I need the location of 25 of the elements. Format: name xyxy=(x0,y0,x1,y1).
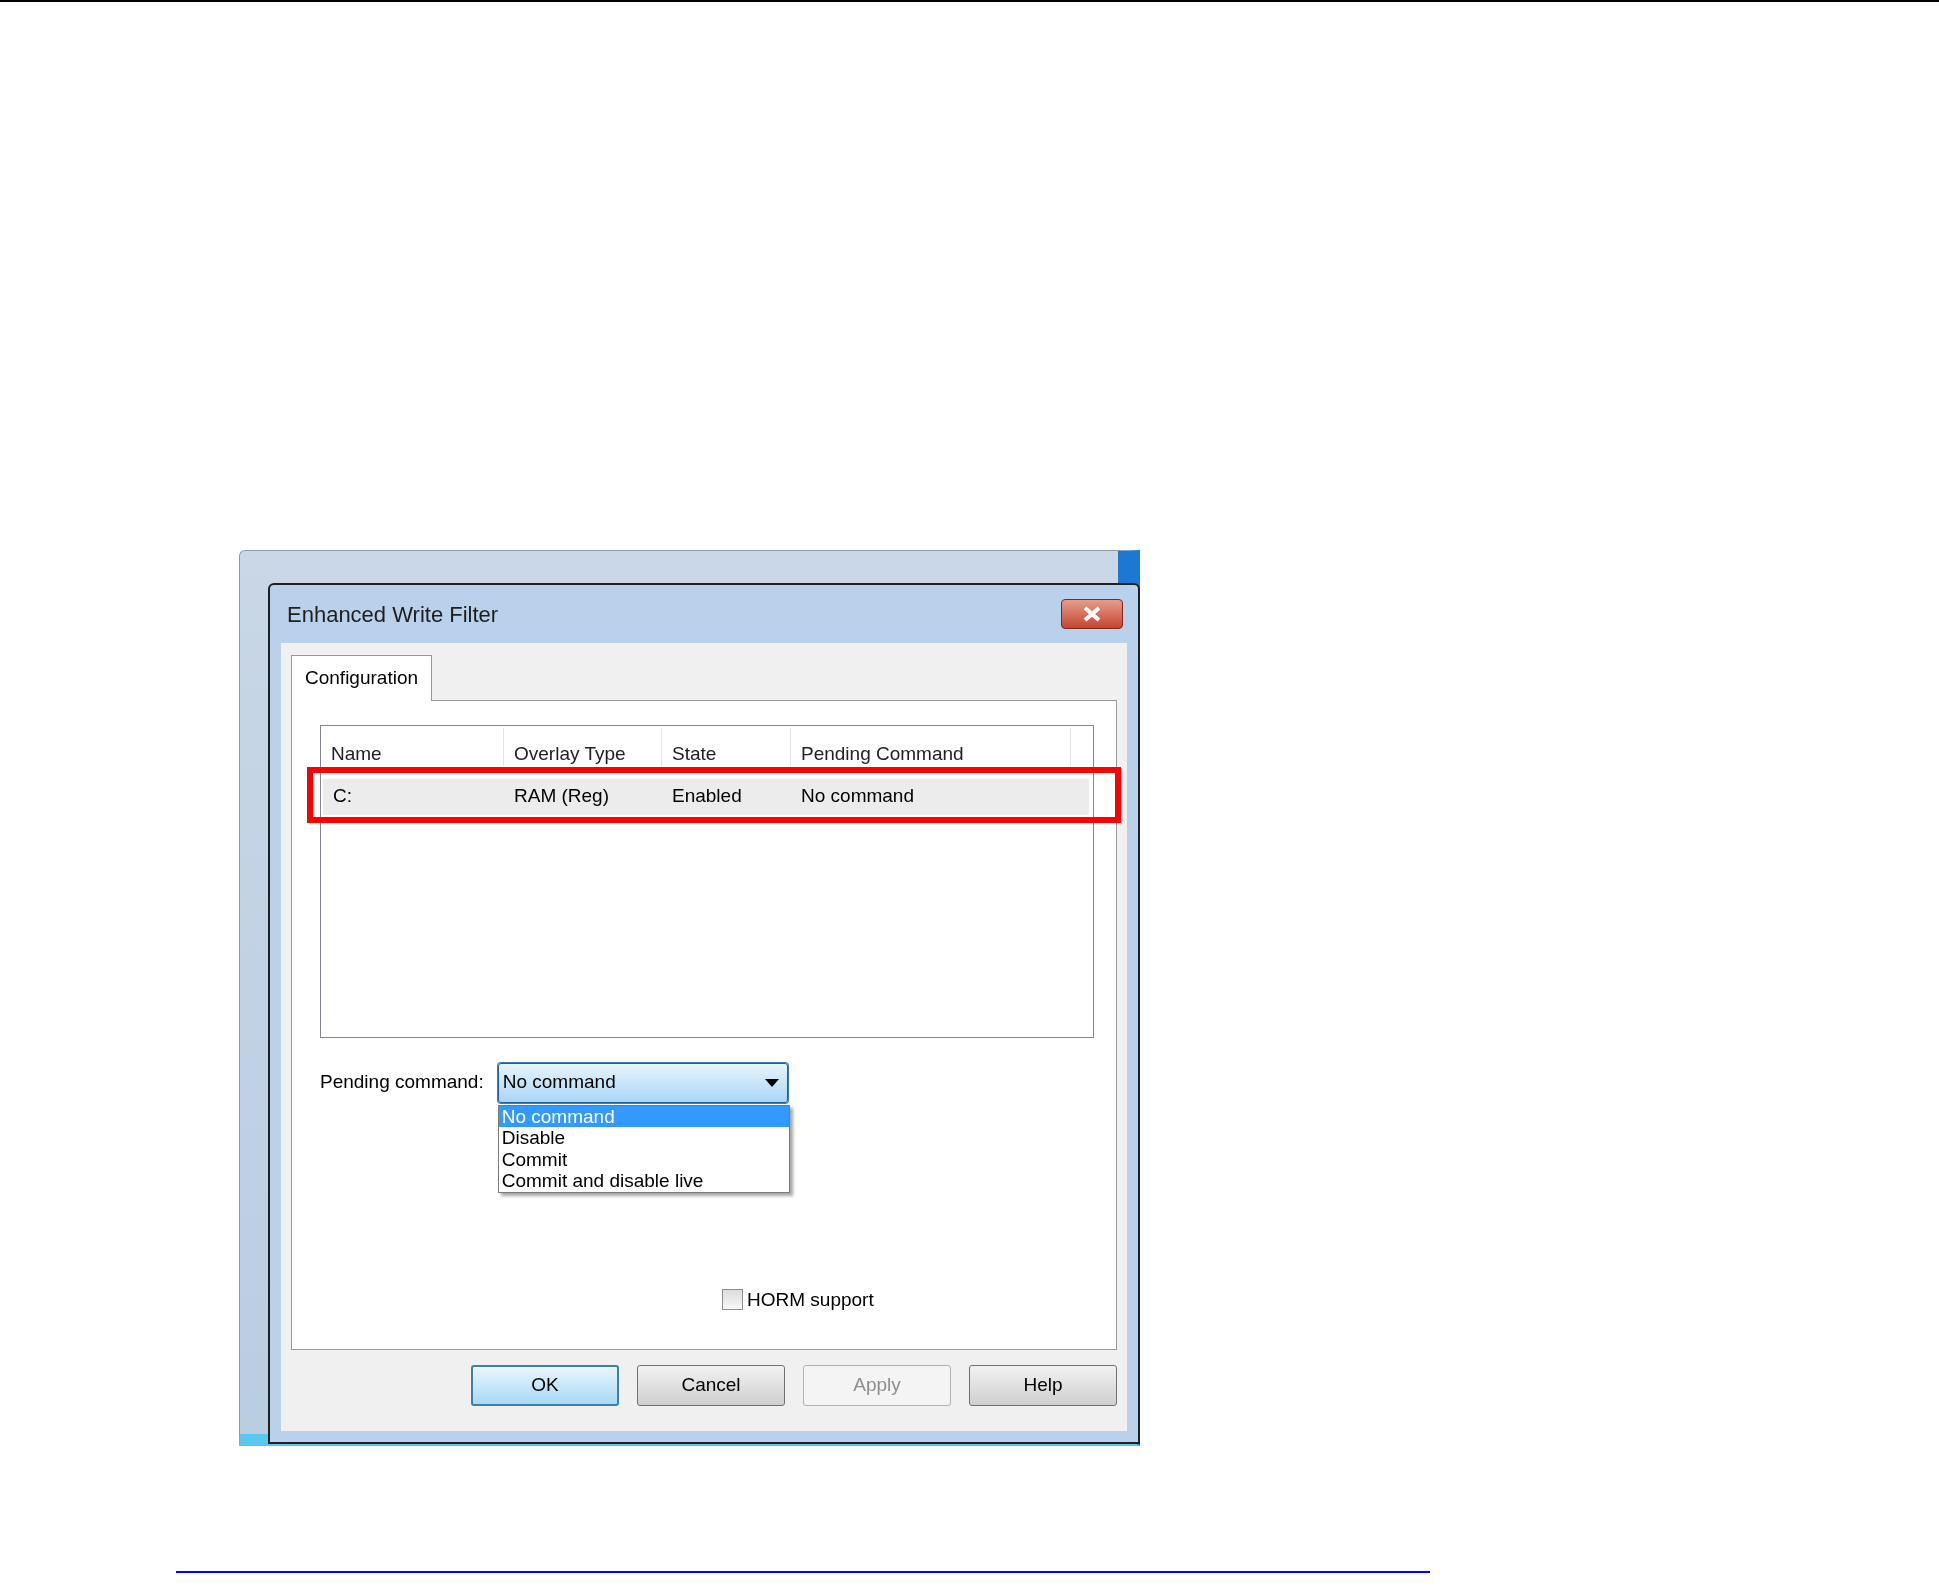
dropdown-option[interactable]: Commit and disable live xyxy=(498,1170,789,1192)
table-cell-text: No command xyxy=(800,784,915,809)
field-label: Pending command: xyxy=(320,1070,484,1095)
checkbox-label: HORM support xyxy=(747,1287,874,1312)
column-header[interactable]: Pending Command xyxy=(791,727,1071,766)
table-cell-text: RAM (Reg) xyxy=(513,784,610,809)
window-title: Enhanced Write Filter xyxy=(287,600,499,629)
dialog-button[interactable]: OK xyxy=(471,1364,619,1406)
checkbox[interactable] xyxy=(722,1289,743,1311)
table-row[interactable]: C: RAM (Reg) Enabled No command xyxy=(323,778,1089,815)
table-cell-text: Enabled xyxy=(671,784,743,809)
dropdown-option[interactable]: Disable xyxy=(498,1127,789,1149)
column-header[interactable]: State xyxy=(662,727,791,766)
close-button[interactable] xyxy=(1061,599,1123,629)
dropdown-option[interactable]: Commit xyxy=(498,1148,789,1170)
dropdown-value: No command xyxy=(502,1070,616,1095)
dialog-button[interactable]: Cancel xyxy=(637,1364,785,1406)
caret-icon xyxy=(764,1078,779,1087)
column-header[interactable]: Name xyxy=(321,727,504,766)
tab[interactable]: Configuration xyxy=(291,655,433,701)
table-cell-text: C: xyxy=(332,784,353,809)
dropdown[interactable]: No command xyxy=(497,1062,788,1103)
close-icon xyxy=(1082,606,1102,622)
dialog-button[interactable]: Help xyxy=(969,1364,1117,1406)
column-header[interactable]: Overlay Type xyxy=(504,727,662,766)
